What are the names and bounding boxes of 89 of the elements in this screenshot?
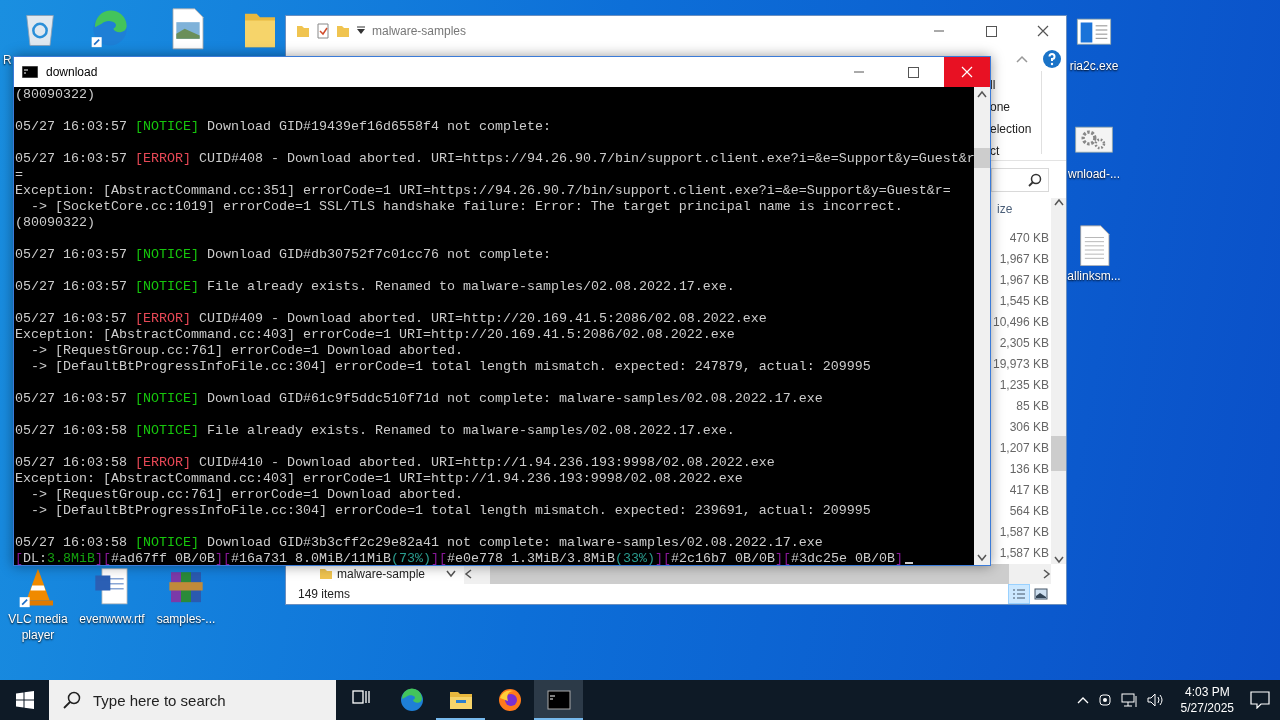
ribbon-item[interactable]: election — [990, 118, 1041, 140]
console-line: 05/27 16:03:57 [NOTICE] Download GID#61c9f5ddc510f71d not complete: malware-samples/02.08.2022.17.exe — [15, 391, 824, 407]
console-line: 05/27 16:03:58 [ERROR] CUID#410 - Download aborted. URI=http://1.94.236.193:9998/02.08.2022.exe — [15, 455, 776, 471]
close-icon[interactable] — [1037, 25, 1049, 37]
file-size: 1,587 KB — [999, 524, 1049, 541]
file-size: 85 KB — [1016, 398, 1049, 415]
item-count: 149 items — [298, 586, 351, 603]
console-line: 05/27 16:03:57 [ERROR] CUID#409 - Download aborted. URI=http://20.169.41.5:2086/02.08.2022.exe — [15, 311, 768, 327]
window-title: malware-samples — [372, 23, 467, 40]
scrollbar-thumb[interactable] — [974, 148, 990, 168]
search-icon — [63, 691, 81, 709]
ribbon-item[interactable]: one — [990, 96, 1041, 118]
window-title: download — [46, 64, 98, 81]
edge-icon — [399, 688, 424, 712]
picture-icon — [1034, 588, 1048, 600]
console-line: -> [DefaultBtProgressInfoFile.cc:304] errorCode=1 total length mismatch. expected: 239691, actual: 209995 — [30, 503, 872, 519]
console-line: Exception: [AbstractCommand.cc:351] errorCode=1 URI=https://94.26.90.7/bin/support.client.exe?i=&e=Support&y=Guest&r= — [15, 183, 952, 199]
progress-line: [DL:3.8MiB][#ad67ff 0B/0B][#16a731 8.0MiB/11MiB(73%)][#e0e778 1.3MiB/3.8MiB(33%)][#2c16b7 0B/0B][#3dc25e 0B/0B] — [15, 551, 974, 565]
console-line: Exception: [AbstractCommand.cc:403] errorCode=1 URI=http://1.94.236.193:9998/02.08.2022.exe — [15, 471, 744, 487]
scroll-down-icon[interactable] — [977, 554, 987, 562]
clock-date[interactable]: 5/27/2025 — [1180, 700, 1234, 716]
console-line: (80090322) — [15, 87, 96, 103]
console-line: 05/27 16:03:57 [NOTICE] File already exists. Renamed to malware-samples/02.08.2022.17.exe. — [15, 279, 736, 295]
windows-logo-icon — [15, 691, 34, 709]
list-icon — [1012, 588, 1026, 600]
scrollbar-thumb[interactable] — [490, 564, 1009, 584]
file-size: 10,496 KB — [992, 314, 1049, 331]
search-icon — [1028, 172, 1042, 187]
console-line: -> [SocketCore.cc:1019] errorCode=1 SSL/TLS handshake failure: Error: The target principal name is incorrect. — [30, 199, 904, 215]
console-line: (80090322) — [15, 215, 96, 231]
camera-icon[interactable] — [1096, 692, 1113, 708]
file-size: 564 KB — [1009, 503, 1049, 520]
file-size: 1,967 KB — [999, 272, 1049, 289]
console-line: 05/27 16:03:57 [NOTICE] Download GID#19439ef16d6558f4 not complete: — [15, 119, 552, 135]
nav-item[interactable]: malware-sample — [337, 565, 426, 583]
clock-time[interactable]: 4:03 PM — [1180, 684, 1234, 700]
icon-label: wnload-... — [1068, 166, 1120, 182]
folder-icon — [319, 568, 333, 580]
console-line: = — [15, 167, 24, 183]
file-size: 1,545 KB — [999, 293, 1049, 310]
dropdown-icon[interactable] — [356, 26, 366, 36]
speaker-icon[interactable] — [1146, 692, 1165, 708]
maximize-icon[interactable] — [907, 66, 919, 78]
column-header[interactable]: ize — [997, 198, 1049, 221]
scroll-up-icon[interactable] — [1053, 198, 1064, 206]
icon-label: evenwww.rtf — [79, 611, 145, 627]
console-icon — [22, 66, 38, 78]
console-line: 05/27 16:03:57 [NOTICE] Download GID#db30752f7c01cc76 not complete: — [15, 247, 552, 263]
scroll-down-icon[interactable] — [1053, 556, 1064, 564]
file-size: 1,587 KB — [999, 545, 1049, 562]
ribbon-item[interactable]: ll — [990, 74, 1041, 96]
console-line: -> [DefaultBtProgressInfoFile.cc:304] errorCode=1 total length mismatch. expected: 247879, actual: 209995 — [30, 359, 872, 375]
fox-globe-icon — [497, 688, 522, 712]
scroll-right-icon[interactable] — [1043, 569, 1051, 579]
console-icon — [546, 688, 571, 712]
ribbon-item[interactable]: ct — [990, 140, 1041, 162]
console-line: 05/27 16:03:58 [NOTICE] Download GID#3b3cff2c29e82a41 not complete: malware-samples/02.08.2022.17.exe — [15, 535, 824, 551]
scroll-up-icon[interactable] — [977, 90, 987, 98]
maximize-icon[interactable] — [985, 25, 997, 37]
console-line: 05/27 16:03:58 [NOTICE] File already exists. Renamed to malware-samples/02.08.2022.17.exe. — [15, 423, 736, 439]
properties-icon[interactable] — [316, 23, 330, 39]
icon-label: allinksm... — [1067, 268, 1121, 284]
text-cursor — [904, 562, 913, 564]
console-line: 05/27 16:03:57 [ERROR] CUID#408 - Download aborted. URI=https://94.26.90.7/bin/support.client.exe?i=&e=Support&y=Guest&r — [15, 151, 974, 167]
file-size: 1,967 KB — [999, 251, 1049, 268]
file-size: 1,207 KB — [999, 440, 1049, 457]
search-field[interactable] — [991, 167, 1049, 192]
folder-icon — [296, 24, 310, 38]
taskbar-app[interactable] — [534, 680, 583, 720]
file-size: 136 KB — [1009, 461, 1049, 478]
help-icon[interactable] — [1042, 48, 1062, 69]
file-size: 2,305 KB — [999, 335, 1049, 352]
file-size: 417 KB — [1009, 482, 1049, 499]
file-size: 19,973 KB — [992, 356, 1049, 373]
file-size: 470 KB — [1009, 230, 1049, 247]
icon-label: samples-... — [156, 611, 216, 627]
icon-label: R — [2, 52, 12, 68]
icon-label: VLC media player — [7, 611, 69, 643]
file-size: 306 KB — [1009, 419, 1049, 436]
console-line: -> [RequestGroup.cc:761] errorCode=1 Download aborted. — [30, 487, 464, 503]
icon-label: ria2c.exe — [1069, 58, 1119, 74]
scroll-left-icon[interactable] — [464, 569, 472, 579]
file-size: 1,235 KB — [999, 377, 1049, 394]
network-icon[interactable] — [1120, 692, 1139, 708]
chevron-down-icon[interactable] — [446, 570, 456, 578]
notification-icon[interactable] — [1250, 691, 1270, 709]
scrollbar-thumb[interactable] — [1051, 436, 1066, 471]
console-line: Exception: [AbstractCommand.cc:403] errorCode=1 URI=http://20.169.41.5:2086/02.08.2022.exe — [15, 327, 736, 343]
console-line: -> [RequestGroup.cc:761] errorCode=1 Download aborted. — [30, 343, 464, 359]
